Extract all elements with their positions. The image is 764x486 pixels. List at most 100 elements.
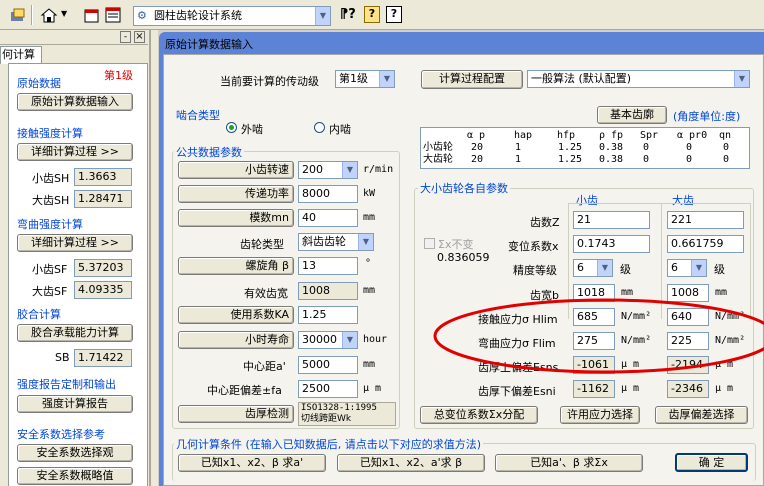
speed-select[interactable]: 200 ▼: [298, 161, 358, 179]
app-selector[interactable]: ⚙ 圆柱齿轮设计系统 ▼: [133, 6, 331, 26]
shift-large-input[interactable]: 0.661759: [667, 235, 744, 253]
stage-indicator: 第1级: [104, 69, 133, 82]
mesh-outer-label: 外啮: [241, 123, 263, 136]
chevron-down-icon: ▼: [315, 7, 330, 25]
center-input[interactable]: 5000: [298, 356, 358, 374]
bending-detail-button[interactable]: 详细计算过程 >>: [17, 234, 133, 252]
table-cell: 20: [471, 154, 484, 165]
contact-detail-button[interactable]: 详细计算过程 >>: [17, 143, 133, 161]
fa-input[interactable]: 2500: [298, 380, 358, 398]
glue-calc-button[interactable]: 胶合承载能力计算: [17, 324, 133, 342]
thickness-lower-large-unit: μ m: [715, 383, 734, 394]
window-icon[interactable]: [84, 7, 100, 23]
table-cell: 0: [723, 154, 730, 165]
allowable-stress-button[interactable]: 许用应力选择: [560, 406, 640, 424]
module-button[interactable]: 模数mn: [178, 209, 294, 227]
home-icon[interactable]: [40, 7, 58, 23]
stage-select[interactable]: 第1级 ▼: [335, 70, 395, 88]
sumx-check-label: Σx不变: [438, 238, 474, 251]
inspect-button[interactable]: 齿厚检测: [178, 405, 294, 423]
rack-header-cell: α pr0: [677, 130, 708, 141]
table-cell: 1: [515, 154, 522, 165]
known-x-a-button[interactable]: 已知x1、x2、a'求 β: [337, 454, 485, 472]
table-cell: 0: [686, 154, 693, 165]
chevron-down-icon: ▼: [358, 234, 373, 250]
sb-value: 1.71422: [74, 349, 132, 367]
ka-button[interactable]: 使用系数KA: [178, 306, 294, 324]
angle-unit-label: (角度单位:度): [673, 110, 741, 123]
table-cell: 1.25: [558, 154, 583, 165]
width-value: 1008: [298, 282, 358, 300]
home-dropdown-icon[interactable]: ▼: [61, 9, 67, 18]
basic-rack-button[interactable]: 基本齿廓: [597, 106, 667, 124]
whatsthis-icon[interactable]: ⁋?: [340, 7, 356, 22]
grade-large-select[interactable]: 6 ▼: [667, 259, 707, 277]
thickness-lower-large: -2346: [667, 380, 709, 398]
life-select[interactable]: 30000 ▼: [298, 331, 358, 349]
rack-table: α p hap hfp ρ fp Spr α pr0 qn 小齿轮 20 1 1…: [420, 127, 750, 169]
known-x-beta-button[interactable]: 已知x1、x2、β 求a': [178, 454, 326, 472]
power-button[interactable]: 传递功率: [178, 185, 294, 203]
table-cell: 0.38: [599, 142, 624, 153]
rack-header-cell: α p: [467, 130, 486, 141]
shift-distribution-button[interactable]: 总变位系数Σx分配: [420, 406, 538, 424]
grade-small-unit: 级: [620, 263, 631, 276]
power-input[interactable]: 8000: [298, 185, 358, 203]
sidebar-tab[interactable]: 何计算: [0, 46, 42, 64]
ok-button[interactable]: 确 定: [675, 453, 748, 472]
life-button[interactable]: 小时寿命: [178, 331, 294, 349]
table-cell: 0: [643, 142, 650, 153]
safety-rough-button[interactable]: 安全系数概略值: [17, 467, 133, 485]
panel-icon[interactable]: [105, 7, 121, 23]
orig-data-title: 原始数据: [17, 77, 61, 90]
module-input[interactable]: 40: [298, 209, 358, 227]
inspect-method: 切线跨距Wk: [301, 414, 352, 424]
tools-icon[interactable]: [10, 7, 28, 23]
sumx-value: 0.836059: [437, 251, 490, 264]
algorithm-select[interactable]: 一般算法 (默认配置) ▼: [527, 70, 750, 88]
table-cell: 0.38: [599, 154, 624, 165]
grade-label: 精度等级: [513, 264, 557, 277]
gear-type-select[interactable]: 斜齿齿轮 ▼: [298, 233, 374, 251]
sidebar-pin-button[interactable]: ‑: [120, 31, 131, 43]
common-data-title: 公共数据参数: [174, 144, 244, 160]
rack-header-cell: qn: [719, 130, 732, 141]
rack-header-cell: hfp: [557, 130, 576, 141]
note-icon[interactable]: ?: [364, 6, 380, 23]
fa-unit: μ m: [363, 383, 382, 394]
sidebar-close-button[interactable]: ×: [134, 31, 145, 43]
toolbar-separator: [31, 5, 33, 25]
mesh-outer-radio[interactable]: [226, 122, 237, 133]
sumx-checkbox[interactable]: [424, 238, 435, 249]
helix-input[interactable]: 13: [298, 257, 358, 275]
width-unit: mm: [363, 285, 376, 296]
shift-small-input[interactable]: 0.1743: [573, 235, 650, 253]
sidebar-scrollbar[interactable]: [150, 30, 158, 486]
thickness-lower-small: -1162: [573, 380, 615, 398]
chevron-down-icon: ▼: [342, 332, 357, 348]
table-cell: 大齿轮: [423, 154, 453, 165]
table-cell: 1.25: [558, 142, 583, 153]
gear-icon: ⚙: [137, 9, 147, 22]
safety-choice-button[interactable]: 安全系数选择观: [17, 444, 133, 462]
teeth-small-input[interactable]: 21: [573, 211, 650, 229]
teeth-large-input[interactable]: 221: [667, 211, 744, 229]
strength-report-button[interactable]: 强度计算报告: [17, 395, 133, 413]
help-icon[interactable]: ?: [386, 6, 402, 23]
grade-small-select[interactable]: 6 ▼: [573, 259, 613, 277]
orig-data-input-button[interactable]: 原始计算数据输入: [17, 93, 133, 111]
geometry-conditions-title: 几何计算条件 (在输入已知数据后, 请点击以下对应的求值方法): [174, 436, 484, 452]
known-a-beta-button[interactable]: 已知a'、β 求Σx: [495, 454, 643, 472]
sb-label: SB: [55, 351, 70, 364]
speed-button[interactable]: 小齿转速: [178, 161, 294, 179]
sh2-label: 大齿SH: [32, 194, 70, 207]
stage-label: 当前要计算的传动级: [220, 75, 319, 88]
sh1-label: 小齿SH: [32, 172, 70, 185]
calc-config-button[interactable]: 计算过程配置: [421, 70, 523, 89]
ka-input[interactable]: 1.25: [298, 306, 358, 324]
thickness-deviation-button[interactable]: 齿厚偏差选择: [655, 406, 748, 424]
sf1-label: 小齿SF: [32, 263, 68, 276]
mesh-inner-radio[interactable]: [314, 122, 325, 133]
helix-button[interactable]: 螺旋角 β: [178, 257, 294, 275]
each-gear-title: 大小齿轮各自参数: [418, 180, 510, 196]
